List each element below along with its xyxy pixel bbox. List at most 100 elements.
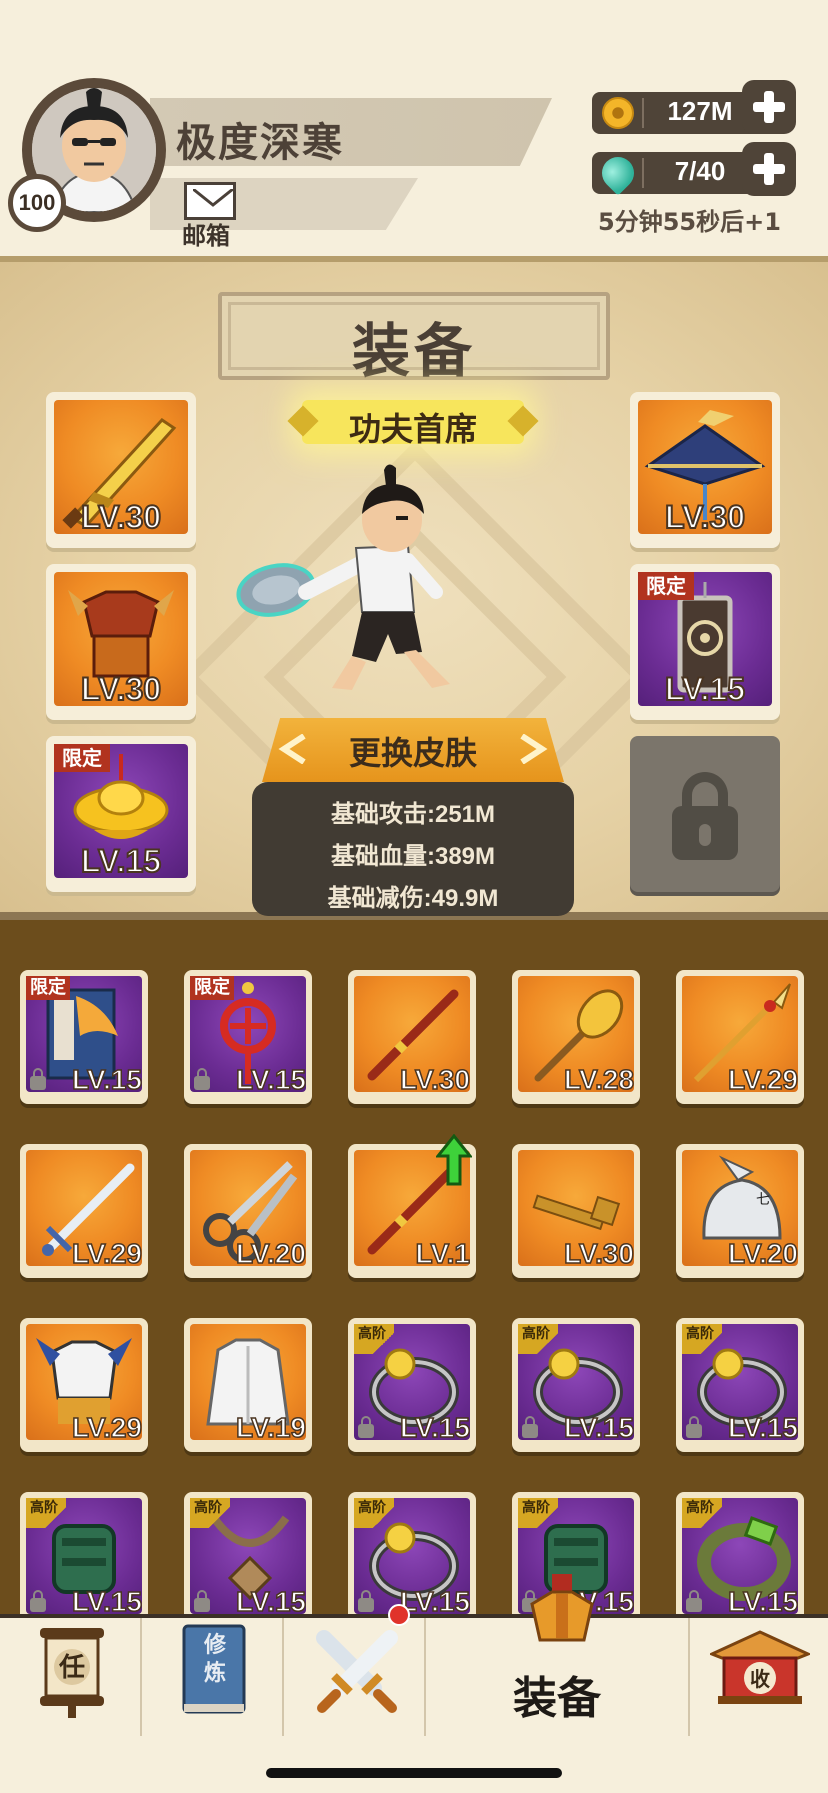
inventory-item-bracelet[interactable]: 高阶 LV.15 <box>676 1492 804 1626</box>
header: 极度深寒 100 邮箱 127M 7/40 5分钟55秒后+1 <box>0 0 828 256</box>
equipment-panel: 装备 功夫首席 LV.30 LV.30 限定 LV.15 LV.30 限定 LV… <box>0 256 828 920</box>
inventory-item-ring[interactable]: 高阶 LV.15 <box>512 1318 640 1452</box>
change-skin-label: 更换皮肤 <box>348 734 477 772</box>
inventory-item-armor-blue[interactable]: LV.29 <box>20 1318 148 1452</box>
cultivate-label: 修炼 <box>203 1633 226 1686</box>
equipment-tab-label: 装备 <box>513 1673 601 1724</box>
inventory-item-hoodie[interactable]: LV.19 <box>184 1318 312 1452</box>
limited-tag: 限定 <box>54 744 110 772</box>
inventory-item-ring[interactable]: 高阶 LV.15 <box>348 1492 476 1626</box>
slot-level: LV.30 <box>80 498 162 536</box>
jade-drop-icon <box>595 150 641 196</box>
inventory-item-necklace[interactable]: 高阶 LV.15 <box>184 1492 312 1626</box>
stamina-counter: 7/40 <box>592 150 764 196</box>
advanced-tag: 高阶 <box>518 1498 558 1528</box>
panel-title: 装备 <box>351 317 476 385</box>
inventory-item-helmet[interactable]: 七 LV.20 <box>676 1144 804 1278</box>
inventory-item-spear[interactable]: LV.29 <box>676 970 804 1104</box>
inventory-item-chinese-knot[interactable]: 限定 LV.15 <box>184 970 312 1104</box>
item-level: LV.15 <box>71 1063 143 1096</box>
inventory-item-staff[interactable]: LV.30 <box>348 970 476 1104</box>
advanced-tag: 高阶 <box>190 1498 230 1528</box>
mailbox-label: 邮箱 <box>182 222 230 250</box>
item-level: LV.15 <box>727 1411 799 1444</box>
inventory-item-mace[interactable]: LV.28 <box>512 970 640 1104</box>
bottom-nav: 任 修炼 装备 收 <box>0 1574 828 1793</box>
inventory-item-staff[interactable]: LV.1 <box>348 1133 476 1278</box>
hero-character-icon <box>236 464 450 690</box>
nav-tab-tasks[interactable]: 任 <box>0 1618 142 1736</box>
nav-tab-equipment[interactable]: 装备 <box>426 1574 690 1736</box>
player-level-badge: 100 <box>8 174 66 232</box>
shop-building-icon: 收 <box>710 1630 810 1704</box>
inventory-item-bracer[interactable]: 高阶 LV.15 <box>20 1492 148 1626</box>
inventory-grid: 限定 LV.15 限定 LV.15 LV.30 LV.28 LV.29 LV.29 LV.20 L… <box>0 920 828 1626</box>
inventory-item-scissors[interactable]: LV.20 <box>184 1144 312 1278</box>
equip-slot-locked[interactable] <box>630 736 780 892</box>
base-stats-box: 基础攻击:251M 基础血量:389M 基础减伤:49.9M <box>252 782 574 916</box>
stamina-value: 7/40 <box>674 156 726 186</box>
svg-text:七: 七 <box>756 1192 770 1208</box>
item-level: LV.30 <box>399 1063 471 1096</box>
item-level: LV.29 <box>727 1063 799 1096</box>
item-level: LV.30 <box>563 1237 635 1270</box>
add-gold-button[interactable] <box>742 80 796 134</box>
change-skin-button[interactable]: 更换皮肤 <box>262 718 564 782</box>
nav-tab-collect[interactable]: 收 <box>690 1618 828 1736</box>
slot-level: LV.30 <box>664 498 746 536</box>
advanced-tag: 高阶 <box>26 1498 66 1528</box>
item-level: LV.15 <box>235 1063 307 1096</box>
equip-slot-pendant[interactable]: 限定 LV.15 <box>630 564 780 720</box>
home-indicator[interactable] <box>266 1768 562 1778</box>
stat-hp: 基础血量:389M <box>330 843 496 870</box>
item-level: LV.20 <box>727 1237 799 1270</box>
collect-char: 收 <box>750 1667 770 1691</box>
slot-level: LV.15 <box>664 670 746 708</box>
item-level: LV.19 <box>235 1411 307 1444</box>
inventory-item-key[interactable]: LV.30 <box>512 1144 640 1278</box>
add-stamina-button[interactable] <box>742 142 796 196</box>
inventory-item-ring[interactable]: 高阶 LV.15 <box>348 1318 476 1452</box>
stat-attack: 基础攻击:251M <box>330 801 496 828</box>
mailbox-button[interactable]: 邮箱 <box>180 180 240 250</box>
advanced-tag: 高阶 <box>354 1324 394 1354</box>
item-level: LV.20 <box>235 1237 307 1270</box>
slot-level: LV.30 <box>80 670 162 708</box>
advanced-tag: 高阶 <box>682 1324 722 1354</box>
limited-tag: 限定 <box>26 976 70 1000</box>
advanced-tag: 高阶 <box>518 1324 558 1354</box>
equip-slot-weapon[interactable]: LV.30 <box>46 392 196 548</box>
item-level: LV.1 <box>415 1237 471 1270</box>
item-level: LV.15 <box>563 1411 635 1444</box>
notification-dot <box>388 1604 410 1626</box>
gold-value: 127M <box>667 96 733 126</box>
nav-tab-battle[interactable] <box>284 1604 426 1736</box>
inventory-item-sword[interactable]: LV.29 <box>20 1144 148 1278</box>
item-level: LV.15 <box>399 1411 471 1444</box>
item-level: LV.28 <box>563 1063 635 1096</box>
divider <box>642 98 644 128</box>
rank-title-banner: 功夫首席 <box>287 400 539 448</box>
equip-slot-armor[interactable]: LV.30 <box>46 564 196 720</box>
advanced-tag: 高阶 <box>682 1498 722 1528</box>
inventory-item-book[interactable]: 限定 LV.15 <box>20 970 148 1104</box>
equip-slot-accessory[interactable]: 限定 LV.15 <box>46 736 196 892</box>
item-level: LV.29 <box>71 1411 143 1444</box>
nav-tab-cultivate[interactable]: 修炼 <box>142 1618 284 1736</box>
armor-nav-icon <box>530 1574 594 1642</box>
task-char: 任 <box>58 1653 85 1683</box>
coin-icon <box>602 97 634 129</box>
gold-counter: 127M <box>592 92 764 134</box>
inventory-item-ring[interactable]: 高阶 LV.15 <box>676 1318 804 1452</box>
panel-title-frame: 装备 <box>218 292 610 385</box>
stamina-regen-timer: 5分钟55秒后+1 <box>598 208 781 236</box>
player-name: 极度深寒 <box>176 120 344 166</box>
item-level: LV.29 <box>71 1237 143 1270</box>
limited-tag: 限定 <box>638 572 694 600</box>
envelope-icon <box>184 182 236 220</box>
rank-title: 功夫首席 <box>348 410 477 448</box>
advanced-tag: 高阶 <box>354 1498 394 1528</box>
crossed-swords-icon <box>316 1630 398 1713</box>
scroll-task-icon: 任 <box>40 1628 104 1718</box>
equip-slot-hat[interactable]: LV.30 <box>630 392 780 548</box>
